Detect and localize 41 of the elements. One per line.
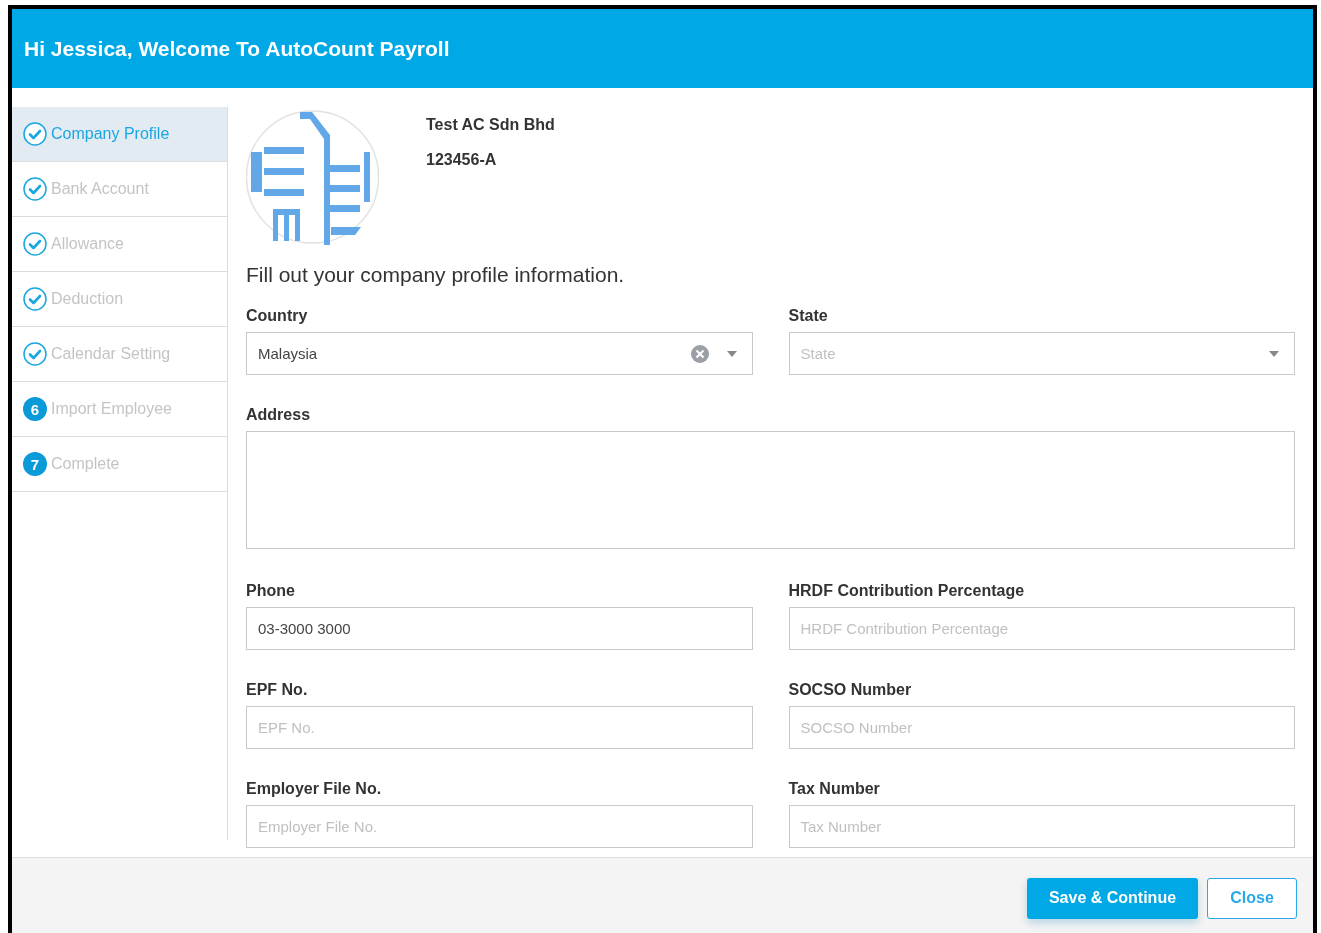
window-title: Hi Jessica, Welcome To AutoCount Payroll — [12, 9, 1313, 88]
building-logo-icon — [246, 107, 379, 246]
input-field[interactable]: Tax Number — [788, 805, 1295, 848]
check-circle-icon — [23, 122, 47, 146]
step-item[interactable]: Allowance — [12, 217, 227, 271]
form-heading: Fill out your company profile information. — [246, 263, 626, 287]
input-field[interactable]: HRDF Contribution Percentage — [788, 607, 1295, 650]
field-label: EPF No. — [246, 681, 309, 699]
input-field[interactable]: SOCSO Number — [788, 706, 1295, 749]
select-field[interactable]: State — [788, 332, 1295, 375]
registration-number: 123456-A — [426, 151, 498, 169]
close-button[interactable]: Close — [1207, 877, 1297, 919]
check-circle-icon — [23, 177, 47, 201]
step-item[interactable]: Deduction — [12, 272, 227, 326]
select-field[interactable]: Malaysia — [246, 332, 753, 375]
step-item[interactable]: 7 Complete — [12, 437, 227, 491]
check-circle-icon — [23, 232, 47, 256]
save-continue-button[interactable]: Save & Continue — [1027, 877, 1198, 919]
field-label: SOCSO Number — [788, 681, 913, 699]
step-item[interactable]: 6 Import Employee — [12, 382, 227, 436]
step-number-badge: 6 — [23, 397, 47, 421]
input-field[interactable]: Employer File No. — [246, 805, 753, 848]
caret-icon[interactable] — [726, 350, 737, 357]
step-item[interactable]: Bank Account — [12, 162, 227, 216]
step-item[interactable]: Calendar Setting — [12, 327, 227, 381]
step-number-badge: 7 — [23, 452, 47, 476]
field-label: State — [788, 307, 829, 325]
check-circle-icon — [23, 342, 47, 366]
company-name: Test AC Sdn Bhd — [426, 116, 555, 134]
field-label: Country — [246, 307, 309, 325]
field-label: Address — [246, 406, 312, 424]
caret-icon[interactable] — [1269, 350, 1279, 357]
input-field[interactable]: EPF No. — [246, 706, 753, 749]
field-label: Employer File No. — [246, 780, 383, 798]
input-field[interactable]: 03-3000 3000 — [246, 607, 753, 650]
field-label: Phone — [246, 582, 296, 600]
step-item[interactable]: Company Profile — [12, 107, 227, 161]
field-label: HRDF Contribution Percentage — [788, 582, 1026, 600]
check-circle-icon — [23, 287, 47, 311]
clear-icon[interactable] — [690, 344, 709, 363]
field-label: Tax Number — [788, 780, 881, 798]
